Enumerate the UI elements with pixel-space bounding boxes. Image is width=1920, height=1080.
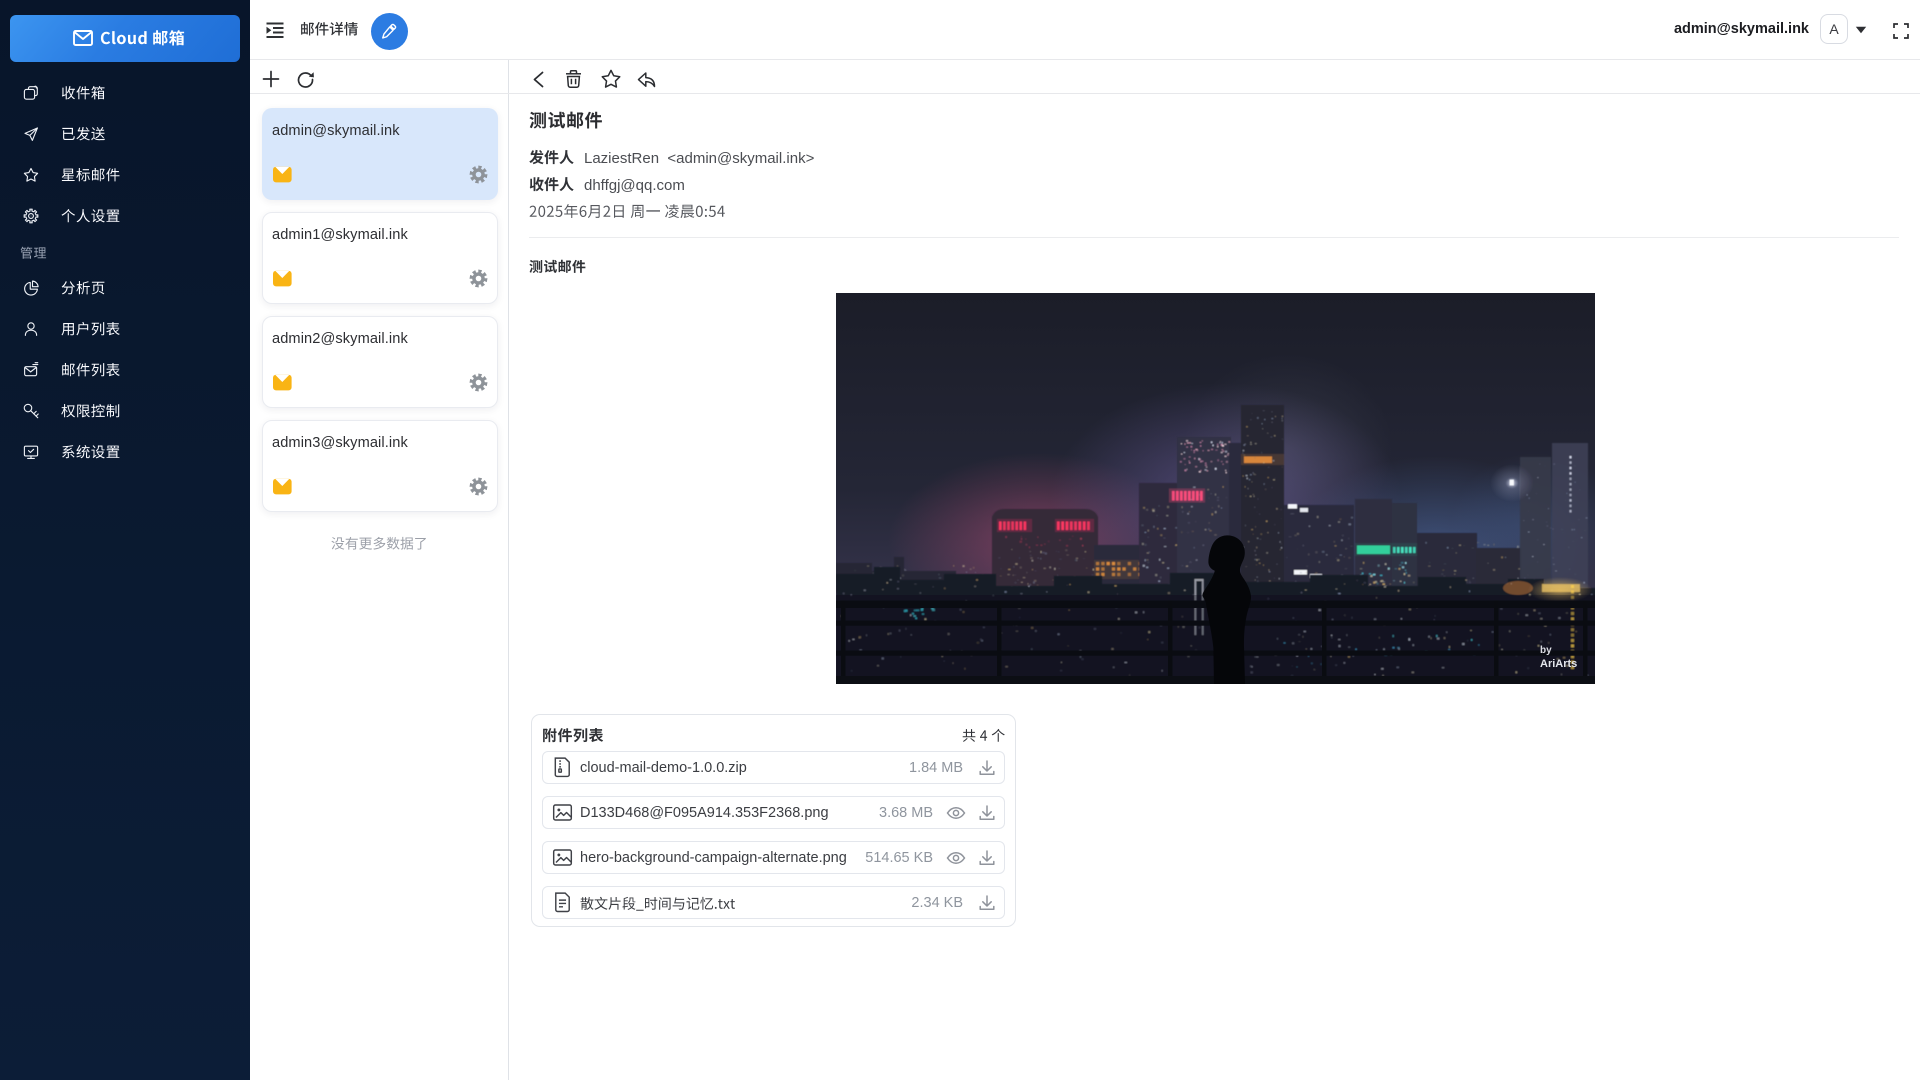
svg-text:AriArts: AriArts xyxy=(1540,658,1577,670)
svg-text:by: by xyxy=(1540,645,1552,656)
